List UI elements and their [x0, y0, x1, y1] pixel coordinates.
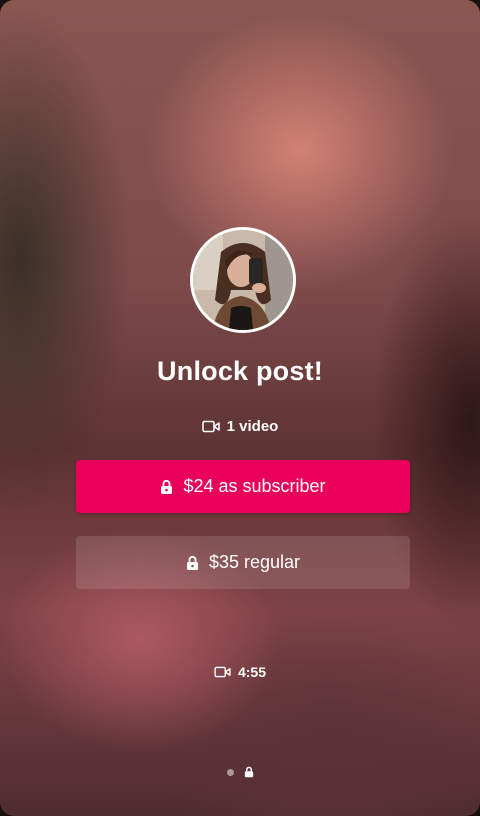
media-count: 1 video: [0, 418, 480, 435]
video-camera-icon: [201, 420, 220, 433]
unlock-regular-button[interactable]: $35 regular: [76, 536, 410, 589]
lock-icon[interactable]: [244, 766, 254, 778]
video-duration: 4:55: [0, 664, 480, 680]
unlock-title: Unlock post!: [157, 356, 323, 386]
video-camera-icon: [214, 666, 231, 678]
creator-avatar[interactable]: [190, 227, 296, 333]
regular-price-label: $35 regular: [208, 552, 301, 572]
lock-icon: [186, 555, 198, 570]
media-count-label: 1 video: [226, 418, 279, 435]
unlock-subscriber-button[interactable]: $24 as subscriber: [76, 460, 410, 513]
media-pager: [0, 766, 480, 778]
avatar-photo: [193, 230, 293, 330]
lock-icon: [161, 479, 173, 494]
locked-post-card: Unlock post! 1 video $24 as subscriber $…: [0, 0, 480, 816]
subscriber-price-label: $24 as subscriber: [183, 476, 326, 496]
duration-label: 4:55: [237, 664, 267, 680]
pager-dot[interactable]: [226, 768, 234, 776]
